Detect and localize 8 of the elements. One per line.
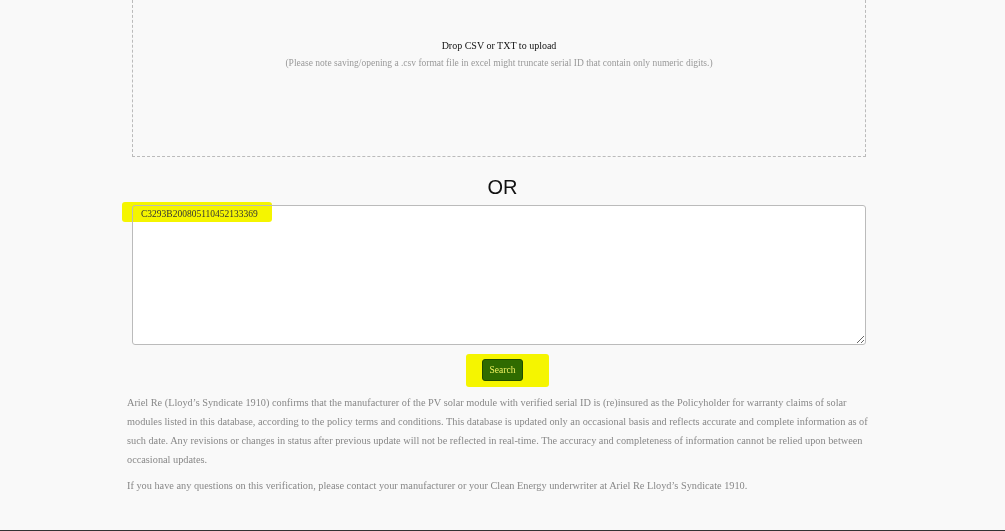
disclaimer-paragraph: If you have any questions on this verification, please contact your manufacturer or your Clean Energy underwriter at Ariel Re Lloyd’s Syndicate 1910. xyxy=(127,479,749,493)
disclaimer-paragraph: Ariel Re (Lloyd’s Syndicate 1910) confirms that the manufacturer of the PV solar module with verified serial ID is (re)insured as the Policyholder for warranty claims of solar modules listed in this database, according to the policy terms and conditions. This database is updated only an occasional basis and reflects accurate and complete information as of such date. Any revisions or changes in status after previous update will not be reflected in real-time. The accuracy and completeness of information cannot be relied upon between occasional updates. xyxy=(127,396,869,467)
file-drop-zone[interactable]: Drop CSV or TXT to upload (Please note saving/opening a .csv format file in excel might truncate serial ID that contain only numeric digits.) xyxy=(132,0,866,157)
search-button[interactable]: Search xyxy=(481,359,524,381)
drop-zone-title: Drop CSV or TXT to upload xyxy=(441,40,557,51)
or-separator: OR xyxy=(487,176,518,199)
drop-zone-note: (Please note saving/opening a .csv format file in excel might truncate serial ID that contain only numeric digits.) xyxy=(285,58,713,68)
serial-input-field[interactable]: C3293B200805110452133369 xyxy=(132,205,866,345)
